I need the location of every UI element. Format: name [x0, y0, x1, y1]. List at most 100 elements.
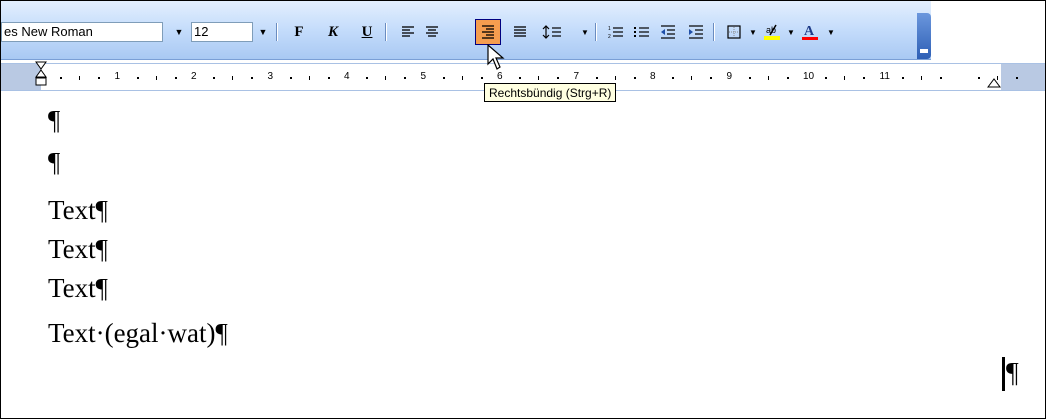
- decrease-indent-icon: [661, 25, 675, 39]
- border-button[interactable]: [723, 21, 745, 43]
- ruler-dot: [289, 77, 292, 79]
- ruler-number: 10: [803, 71, 815, 82]
- ruler-tick: [844, 76, 846, 80]
- text-cursor: [1002, 357, 1005, 391]
- font-color-button[interactable]: A: [799, 21, 821, 43]
- ruler-tick: [232, 76, 234, 80]
- font-name-dropdown-icon[interactable]: ▼: [171, 22, 187, 42]
- underline-label: U: [361, 23, 373, 40]
- toolbar-options-button[interactable]: [917, 13, 931, 59]
- decrease-indent-button[interactable]: [657, 21, 679, 43]
- underline-button[interactable]: U: [356, 21, 378, 43]
- right-indent-marker-icon[interactable]: [987, 75, 1001, 89]
- ruler-number: 1: [114, 71, 121, 82]
- bullets-button[interactable]: [631, 21, 653, 43]
- toolbar-options-icon: [920, 49, 928, 53]
- ruler-number: 2: [191, 71, 197, 82]
- border-icon: [727, 25, 741, 39]
- end-paragraph-mark: ¶: [1006, 358, 1019, 389]
- numbering-icon: 12: [608, 26, 623, 39]
- bold-button[interactable]: F: [288, 21, 310, 43]
- formatting-toolbar: es New Roman ▼ 12 ▼ F K U ▼ 1 2 ▼ ab ▼ A…: [1, 1, 931, 60]
- ruler-dot: [672, 77, 675, 79]
- ruler-dot: [901, 77, 904, 79]
- ruler-tick: [461, 76, 463, 80]
- highlight-button[interactable]: ab: [761, 21, 783, 43]
- ruler-dot: [825, 77, 828, 79]
- align-left-button[interactable]: [397, 21, 419, 43]
- svg-text:1: 1: [608, 26, 611, 32]
- separator: [595, 23, 597, 41]
- font-color-dropdown-icon[interactable]: ▼: [827, 28, 835, 37]
- line-spacing-button[interactable]: [537, 21, 567, 43]
- line-spacing-dropdown-icon[interactable]: ▼: [581, 28, 589, 37]
- ruler-dot: [633, 77, 636, 79]
- ruler-dot: [1016, 77, 1019, 79]
- ruler-dot: [251, 77, 254, 79]
- mouse-pointer-icon: [487, 44, 505, 70]
- border-dropdown-icon[interactable]: ▼: [749, 28, 757, 37]
- ruler-dot: [98, 77, 101, 79]
- separator: [385, 23, 387, 41]
- line-spacing-icon: [542, 25, 561, 39]
- word-window: es New Roman ▼ 12 ▼ F K U ▼ 1 2 ▼ ab ▼ A…: [0, 0, 1046, 419]
- paragraph[interactable]: Text¶: [48, 273, 108, 303]
- highlight-icon: ab: [764, 24, 780, 40]
- separator: [713, 23, 715, 41]
- font-name-value: es New Roman: [4, 24, 93, 39]
- align-right-icon: [482, 25, 494, 39]
- justify-icon: [514, 26, 526, 37]
- align-right-button[interactable]: [475, 19, 501, 45]
- align-left-icon: [402, 26, 414, 37]
- italic-label: K: [327, 23, 338, 40]
- ruler-number: 5: [420, 71, 427, 82]
- ruler-dot: [863, 77, 866, 79]
- tooltip: Rechtsbündig (Strg+R): [484, 83, 617, 102]
- paragraph[interactable]: Text¶: [48, 234, 108, 264]
- ruler-tick: [308, 76, 310, 80]
- ruler-right-margin: [1001, 64, 1045, 90]
- ruler-dot: [174, 77, 177, 79]
- ruler-dot: [710, 77, 713, 79]
- italic-button[interactable]: K: [322, 21, 344, 43]
- ruler-tick: [614, 76, 616, 80]
- font-size-combo[interactable]: 12: [191, 22, 253, 42]
- paragraph[interactable]: Text·(egal·wat)¶: [48, 318, 228, 348]
- ruler-dot: [213, 77, 216, 79]
- ruler-number: 4: [344, 71, 350, 82]
- ruler-dot: [60, 77, 63, 79]
- ruler-dot: [978, 77, 981, 79]
- ruler-number: 9: [726, 71, 733, 82]
- ruler-tick: [79, 76, 81, 80]
- ruler-dot: [480, 77, 483, 79]
- ruler-dot: [136, 77, 139, 79]
- highlight-dropdown-icon[interactable]: ▼: [787, 28, 795, 37]
- paragraph[interactable]: Text¶: [48, 195, 108, 225]
- paragraph[interactable]: ¶: [48, 147, 60, 177]
- indent-marker-icon[interactable]: [34, 61, 48, 89]
- ruler-tick: [920, 76, 922, 80]
- ruler-tick: [691, 76, 693, 80]
- justify-button[interactable]: [509, 21, 531, 43]
- ruler-tick: [155, 76, 157, 80]
- ruler-dot: [327, 77, 330, 79]
- ruler-dot: [595, 77, 598, 79]
- font-size-dropdown-icon[interactable]: ▼: [255, 22, 271, 42]
- paragraph[interactable]: ¶: [48, 105, 60, 135]
- ruler-number: 7: [573, 71, 580, 82]
- svg-text:A: A: [804, 24, 815, 39]
- font-color-icon: A: [802, 24, 818, 40]
- bold-label: F: [294, 23, 304, 40]
- ruler-dot: [442, 77, 445, 79]
- ruler-number: 3: [267, 71, 274, 82]
- ruler-dot: [557, 77, 560, 79]
- align-center-button[interactable]: [421, 21, 443, 43]
- font-size-value: 12: [194, 24, 209, 39]
- svg-text:2: 2: [608, 34, 611, 39]
- ruler-dot: [366, 77, 369, 79]
- font-name-combo[interactable]: es New Roman: [1, 22, 163, 42]
- ruler-tick: [385, 76, 387, 80]
- increase-indent-button[interactable]: [685, 21, 707, 43]
- ruler-dot: [939, 77, 942, 79]
- numbering-button[interactable]: 12: [605, 21, 627, 43]
